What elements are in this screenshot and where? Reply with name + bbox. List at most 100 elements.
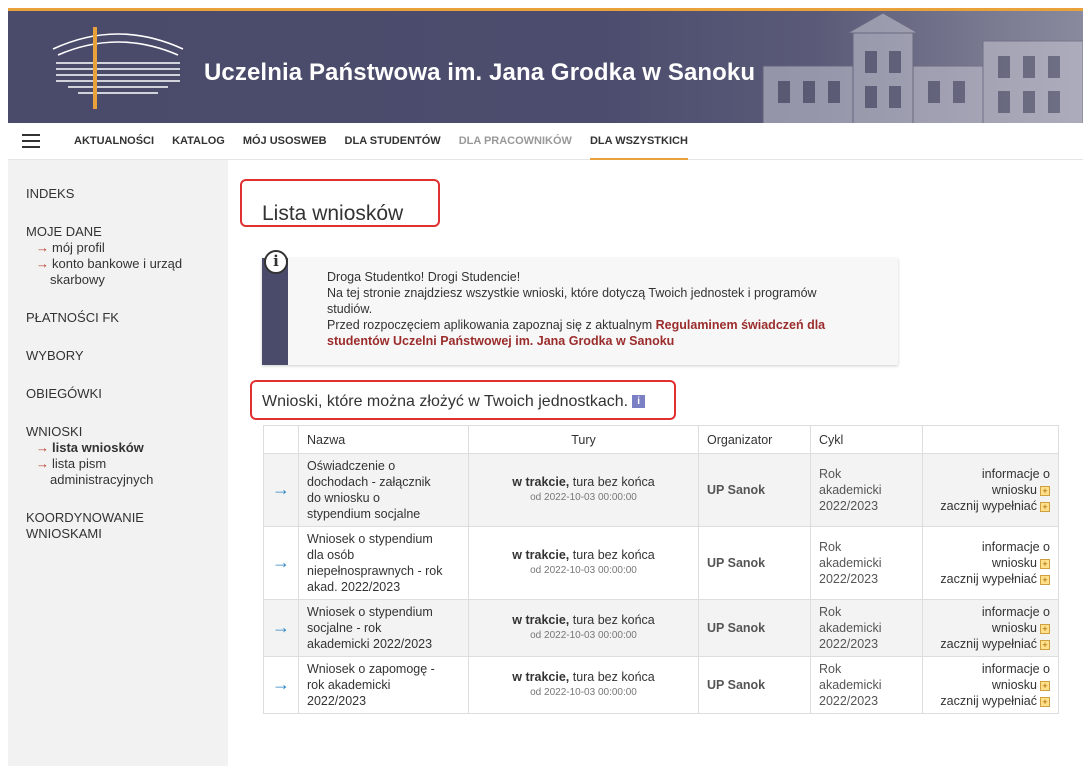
university-logo[interactable] (48, 21, 188, 111)
arrow-right-icon[interactable]: → (272, 479, 290, 499)
name-line: niepełnosprawnych - rok (307, 564, 443, 578)
info-link[interactable]: informacje o (931, 604, 1050, 620)
sidebar-item-label: mój profil (52, 240, 105, 255)
name-line: akademicki 2022/2023 (307, 637, 433, 651)
fill-link[interactable]: zacznij wypełniać + (931, 498, 1050, 514)
fill-link[interactable]: zacznij wypełniać + (931, 571, 1050, 587)
info-line: Przed rozpoczęciem aplikowania zapoznaj … (327, 317, 887, 333)
fill-link-text: zacznij wypełniać (940, 499, 1037, 513)
arrow-cell: → (263, 656, 299, 714)
regulamin-link[interactable]: Regulaminem świadczeń dla (656, 318, 826, 332)
cycle-line: 2022/2023 (819, 499, 879, 513)
info-link-cont[interactable]: wniosku + (931, 482, 1050, 498)
cycle: Rok akademicki 2022/2023 (810, 599, 923, 657)
expand-icon[interactable]: + (1040, 639, 1050, 650)
nav-dla-pracownikow[interactable]: DLA PRACOWNIKÓW (459, 123, 572, 160)
sidebar: INDEKS MOJE DANE → mój profil → konto bank… (8, 160, 228, 766)
cycle-line: Rok (819, 605, 842, 619)
sidebar-item-platnosci[interactable]: PŁATNOŚCI FK (26, 310, 228, 326)
sidebar-item-koordynowanie[interactable]: KOORDYNOWANIE (26, 510, 228, 526)
info-link-text: wniosku (991, 678, 1037, 692)
nav-dla-wszystkich[interactable]: DLA WSZYSTKICH (589, 123, 688, 160)
sidebar-item-konto[interactable]: → konto bankowe i urząd (26, 256, 228, 272)
arrow-right-icon[interactable]: → (272, 674, 290, 694)
expand-icon[interactable]: + (1040, 623, 1050, 634)
tury-status: w trakcie, tura bez końca (477, 547, 690, 563)
sidebar-item-label: lista pism (52, 456, 107, 471)
page-title: Lista wniosków (262, 202, 404, 225)
tury-cell: w trakcie, tura bez końca od 2022-10-03 … (468, 453, 699, 527)
sidebar-item-lista-wnioskow[interactable]: → lista wniosków (26, 440, 228, 456)
sidebar-item-koordynowanie-cont[interactable]: WNIOSKAMI (26, 526, 228, 542)
actions-cell: informacje o wniosku + zacznij wypełniać + (922, 526, 1059, 600)
info-link-text: wniosku (991, 621, 1037, 635)
menu-icon[interactable] (22, 134, 40, 148)
name-line: Wniosek o stypendium (307, 605, 433, 619)
tury-status: w trakcie, tura bez końca (477, 474, 690, 490)
tury-cell: w trakcie, tura bez końca od 2022-10-03 … (468, 656, 699, 714)
sidebar-item-wybory[interactable]: WYBORY (26, 348, 228, 364)
name-line: 2022/2023 (307, 694, 367, 708)
applications-table: Nazwa Tury Organizator Cykl → Oświadczen… (263, 425, 1059, 714)
expand-icon[interactable]: + (1040, 501, 1050, 512)
sidebar-item-label-cont[interactable]: skarbowy (26, 272, 228, 288)
expand-icon[interactable]: + (1040, 680, 1050, 691)
sidebar-item-wnioski[interactable]: WNIOSKI (26, 424, 228, 440)
sidebar-item-label-cont[interactable]: administracyjnych (26, 472, 228, 488)
cycle-line: Rok (819, 540, 842, 554)
info-link-text: wniosku (991, 556, 1037, 570)
name-line: do wniosku o (307, 491, 380, 505)
arrow-right-icon[interactable]: → (272, 617, 290, 637)
arrow-right-icon[interactable]: → (272, 552, 290, 572)
cycle-line: akademicki (819, 556, 882, 570)
arrow-cell: → (263, 453, 299, 527)
info-link[interactable]: informacje o (931, 661, 1050, 677)
info-icon[interactable]: i (632, 395, 646, 409)
fill-link[interactable]: zacznij wypełniać + (931, 636, 1050, 652)
fill-link-text: zacznij wypełniać (940, 572, 1037, 586)
tury-status: w trakcie, tura bez końca (477, 612, 690, 628)
sidebar-item-indeks[interactable]: INDEKS (26, 186, 228, 202)
info-link-cont[interactable]: wniosku + (931, 620, 1050, 636)
organizer: UP Sanok (698, 526, 811, 600)
fill-link-text: zacznij wypełniać (940, 694, 1037, 708)
name-line: stypendium socjalne (307, 507, 421, 521)
sidebar-item-lista-pism[interactable]: → lista pism (26, 456, 228, 472)
cycle-line: akademicki (819, 483, 882, 497)
nav-dla-studentow[interactable]: DLA STUDENTÓW (345, 123, 441, 160)
info-text: Droga Studentko! Drogi Studencie! Na tej… (327, 269, 887, 349)
sidebar-item-obiegowki[interactable]: OBIEGÓWKI (26, 386, 228, 402)
info-link[interactable]: informacje o (931, 539, 1050, 555)
top-nav: AKTUALNOŚCI KATALOG MÓJ USOSWEB DLA STUD… (8, 123, 1083, 160)
nav-katalog[interactable]: KATALOG (172, 123, 225, 160)
page-header-title: Uczelnia Państwowa im. Jana Grodka w San… (204, 59, 756, 86)
regulamin-link-cont[interactable]: studentów Uczelni Państwowej im. Jana Gr… (327, 333, 887, 349)
status-label: w trakcie, (512, 548, 570, 562)
cycle: Rok akademicki 2022/2023 (810, 453, 923, 527)
column-header-organizator: Organizator (698, 425, 811, 454)
sidebar-item-moje-dane[interactable]: MOJE DANE (26, 224, 228, 240)
fill-link[interactable]: zacznij wypełniać + (931, 693, 1050, 709)
tury-date: od 2022-10-03 00:00:00 (530, 630, 637, 641)
info-link[interactable]: informacje o (931, 466, 1050, 482)
cycle-line: 2022/2023 (819, 694, 879, 708)
nav-aktualnosci[interactable]: AKTUALNOŚCI (74, 123, 154, 160)
cycle-line: 2022/2023 (819, 572, 879, 586)
section-subtitle: Wnioski, które można złożyć w Twoich jed… (262, 393, 646, 411)
nav-moj-usosweb[interactable]: MÓJ USOSWEB (243, 123, 327, 160)
name-line: rok akademicki (307, 678, 391, 692)
expand-icon[interactable]: + (1040, 696, 1050, 707)
expand-icon[interactable]: + (1040, 574, 1050, 585)
arrow-right-icon: → (36, 240, 49, 255)
arrow-cell: → (263, 526, 299, 600)
column-header-empty (263, 425, 299, 454)
expand-icon[interactable]: + (1040, 485, 1050, 496)
expand-icon[interactable]: + (1040, 558, 1050, 569)
name-line: akad. 2022/2023 (307, 580, 401, 594)
info-link-cont[interactable]: wniosku + (931, 555, 1050, 571)
tury-date: od 2022-10-03 00:00:00 (530, 687, 637, 698)
organizer: UP Sanok (698, 599, 811, 657)
info-link-cont[interactable]: wniosku + (931, 677, 1050, 693)
sidebar-item-moj-profil[interactable]: → mój profil (26, 240, 228, 256)
column-header-tury: Tury (468, 425, 699, 454)
